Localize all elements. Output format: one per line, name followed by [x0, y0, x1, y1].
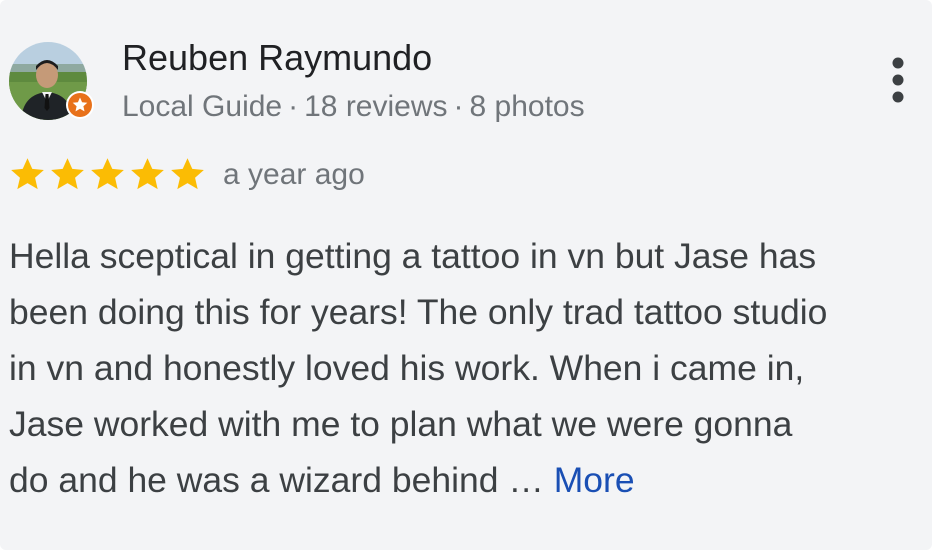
review-line: in vn and honestly loved his work. When …	[9, 348, 805, 388]
review-line: Hella sceptical in getting a tattoo in v…	[9, 236, 817, 276]
reviewer-name[interactable]: Reuben Raymundo	[122, 36, 432, 80]
star-icon	[51, 158, 84, 190]
review-line: been doing this for years! The only trad…	[9, 292, 828, 332]
reviewer-meta: Local Guide · 18 reviews · 8 photos	[122, 88, 585, 126]
meta-separator: ·	[453, 90, 464, 123]
star-badge-icon	[65, 90, 95, 120]
meta-separator: ·	[288, 90, 299, 123]
reviewer-avatar[interactable]	[9, 42, 94, 120]
star-icon	[171, 158, 204, 190]
more-link[interactable]: More	[554, 460, 635, 500]
local-guide-label: Local Guide	[122, 90, 283, 123]
review-line-text: do and he was a wizard behind	[9, 460, 499, 500]
star-icon	[91, 158, 124, 190]
review-count: 18 reviews	[304, 90, 448, 123]
photo-count: 8 photos	[469, 90, 585, 123]
star-rating	[9, 157, 206, 191]
review-time: a year ago	[223, 158, 365, 191]
review-text: Hella sceptical in getting a tattoo in v…	[9, 228, 927, 508]
star-icon	[11, 158, 44, 190]
review-line: Jase worked with me to plan what we were…	[9, 404, 793, 444]
ellipsis: …	[508, 460, 544, 500]
more-vert-icon[interactable]	[880, 54, 916, 110]
review-card: Reuben Raymundo Local Guide · 18 reviews · 8…	[0, 0, 932, 550]
star-icon	[131, 158, 164, 190]
review-line-last: do and he was a wizard behind … More	[9, 452, 927, 508]
